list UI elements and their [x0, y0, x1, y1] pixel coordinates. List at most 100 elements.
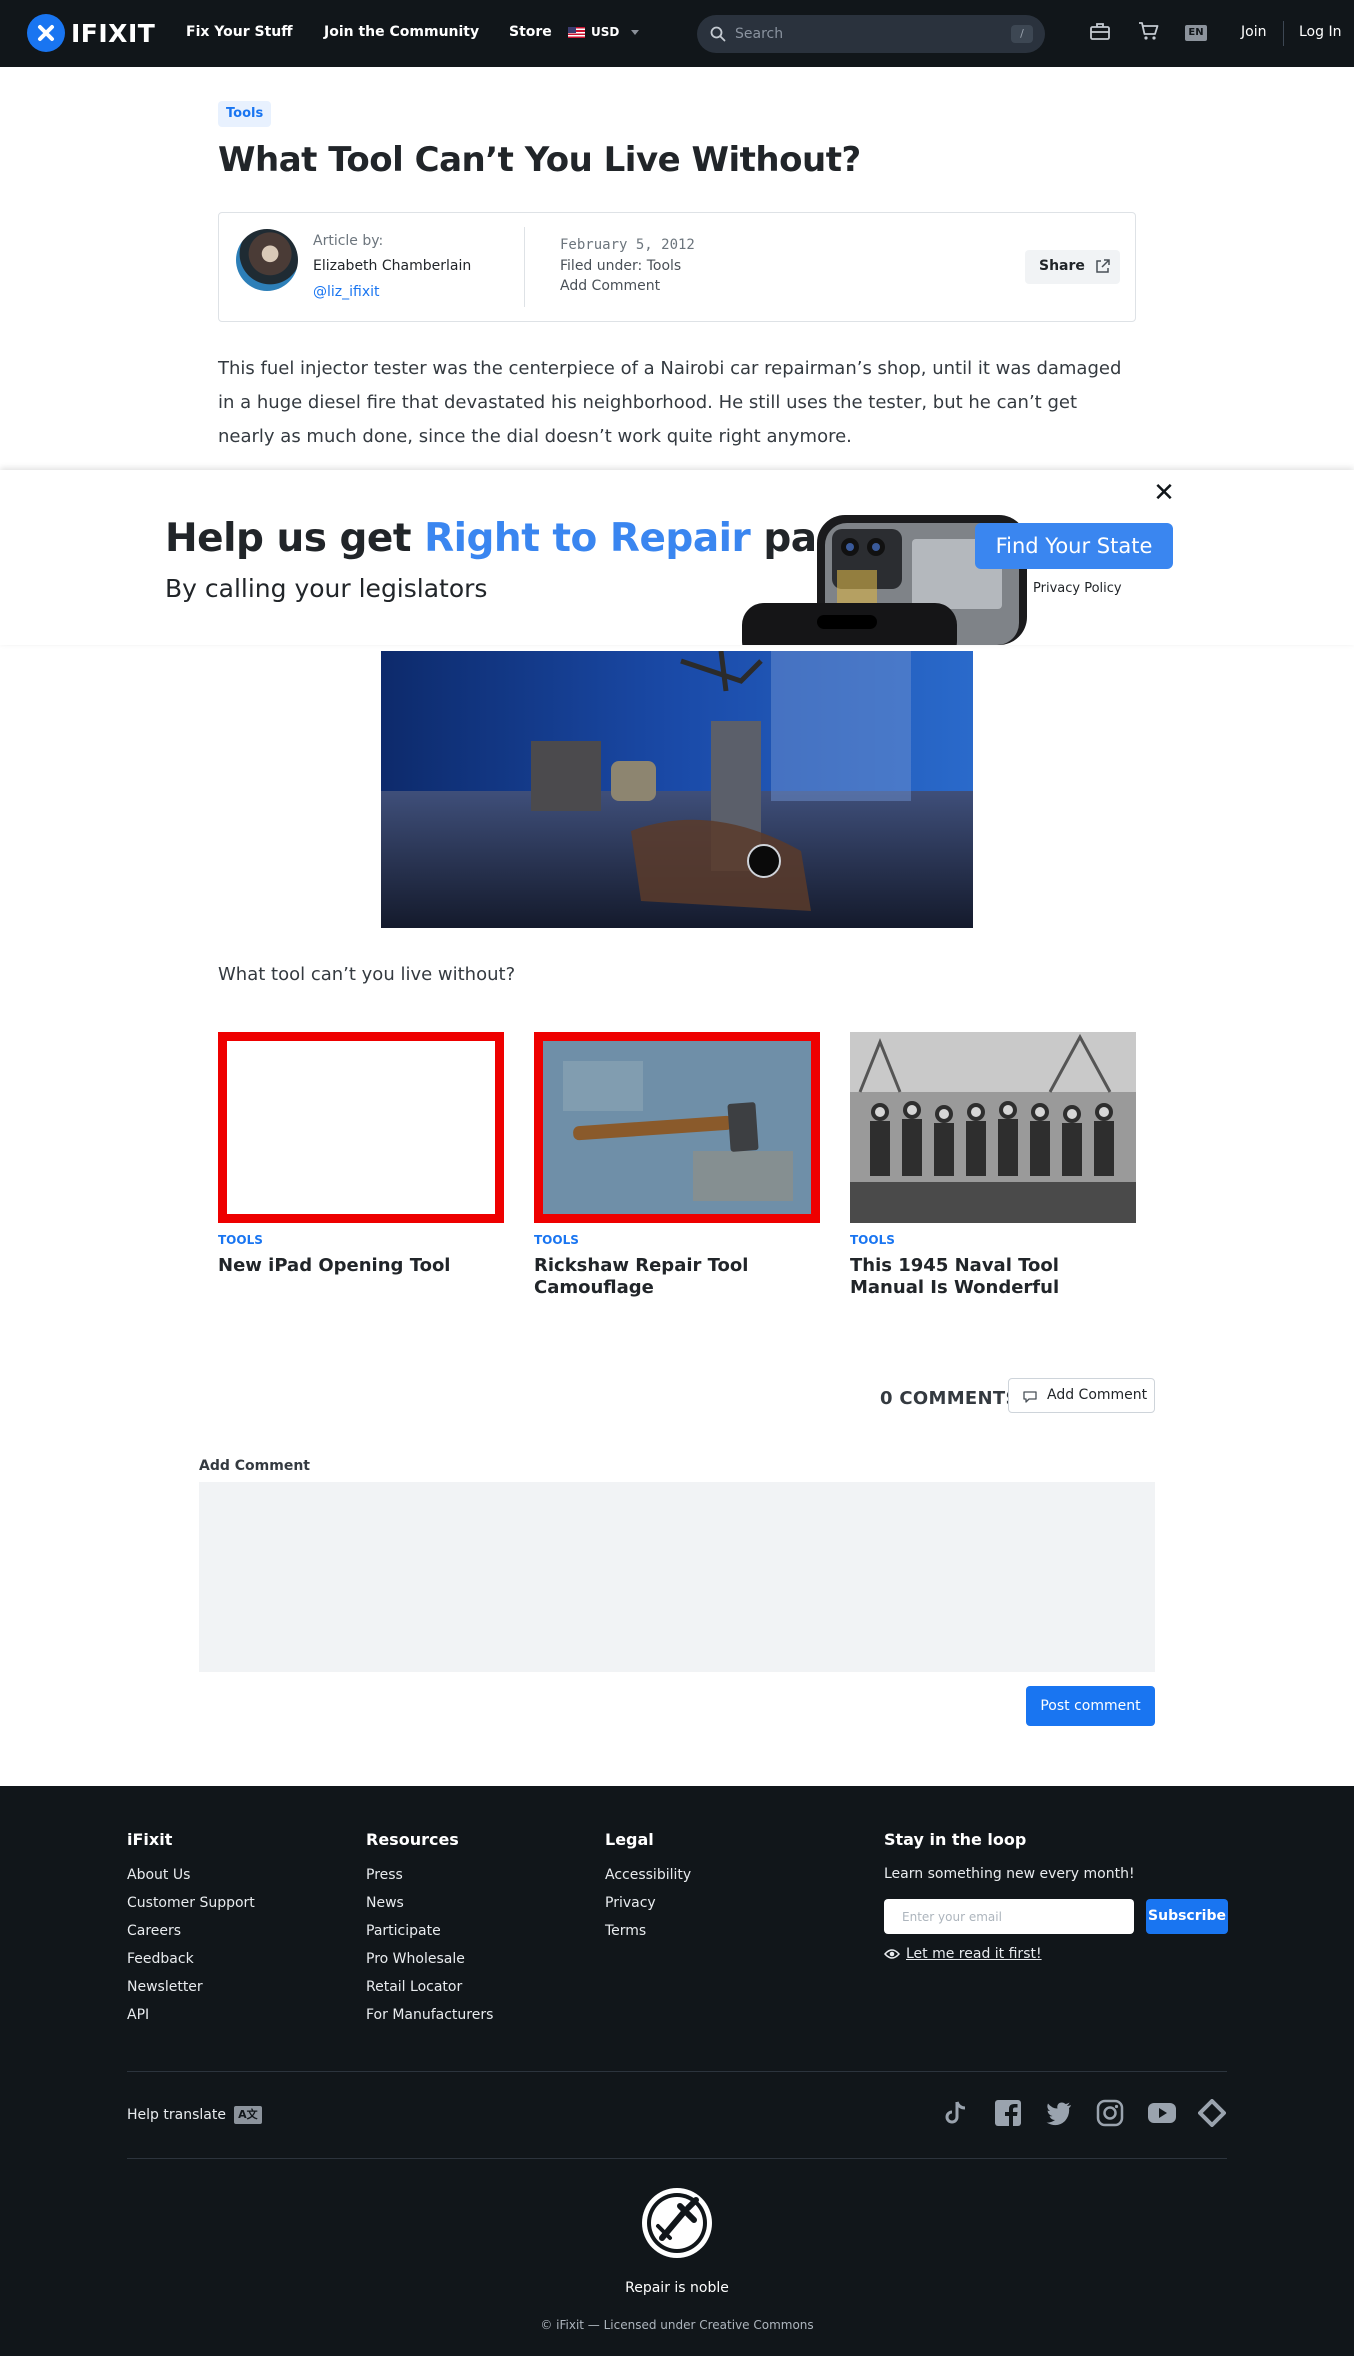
- related-card-image: [218, 1032, 504, 1223]
- subscribe-button[interactable]: Subscribe: [1146, 1899, 1228, 1934]
- help-translate-link[interactable]: Help translate A文: [127, 2106, 262, 2124]
- search-shortcut-key: /: [1011, 25, 1033, 43]
- footer-link[interactable]: Privacy: [605, 1889, 691, 1917]
- post-comment-button[interactable]: Post comment: [1026, 1686, 1155, 1726]
- help-translate-label: Help translate: [127, 2107, 226, 2123]
- banner-subhead: By calling your legislators: [165, 574, 488, 603]
- facebook-icon[interactable]: [994, 2099, 1022, 2127]
- currency-label: USD: [591, 25, 620, 39]
- external-link-icon: [1096, 259, 1110, 273]
- naval-workers-photo: [850, 1032, 1136, 1223]
- byline-add-comment-link[interactable]: Add Comment: [560, 278, 660, 294]
- nav-fix-your-stuff[interactable]: Fix Your Stuff: [186, 24, 293, 40]
- footer-tagline: Repair is noble: [625, 2280, 729, 2296]
- related-card-tag[interactable]: TOOLS: [534, 1233, 820, 1247]
- search-bar: /: [697, 15, 1045, 53]
- footer-col-heading: Resources: [366, 1830, 459, 1849]
- author-name[interactable]: Elizabeth Chamberlain: [313, 258, 471, 274]
- add-comment-button[interactable]: Add Comment: [1008, 1378, 1155, 1413]
- footer-link[interactable]: Newsletter: [127, 1973, 255, 2001]
- footer-link[interactable]: Customer Support: [127, 1889, 255, 1917]
- comment-textarea[interactable]: [199, 1482, 1155, 1672]
- instagram-icon[interactable]: [1096, 2099, 1124, 2127]
- filed-under: Filed under: Tools: [560, 258, 681, 274]
- comment-form-label: Add Comment: [199, 1458, 310, 1474]
- find-your-state-button[interactable]: Find Your State: [975, 523, 1173, 569]
- article-date: February 5, 2012: [560, 237, 695, 253]
- author-handle[interactable]: @liz_ifixit: [313, 284, 380, 300]
- footer-col-heading: Legal: [605, 1830, 654, 1849]
- search-input[interactable]: [735, 24, 995, 44]
- related-card[interactable]: TOOLS This 1945 Naval Tool Manual Is Won…: [850, 1032, 1136, 1299]
- nav-join-community[interactable]: Join the Community: [324, 24, 479, 40]
- footer-link[interactable]: Careers: [127, 1917, 255, 1945]
- footer-link[interactable]: Press: [366, 1861, 493, 1889]
- footer-link[interactable]: Terms: [605, 1917, 691, 1945]
- footer-link[interactable]: News: [366, 1889, 493, 1917]
- right-to-repair-banner: ✕ Help us get Right to Repair passed By …: [0, 470, 1354, 645]
- footer-link[interactable]: About Us: [127, 1861, 255, 1889]
- nav-store[interactable]: Store: [509, 24, 552, 40]
- join-link[interactable]: Join: [1241, 24, 1266, 40]
- language-selector[interactable]: EN: [1185, 25, 1207, 41]
- youtube-icon[interactable]: [1147, 2099, 1177, 2127]
- footer-link[interactable]: Accessibility: [605, 1861, 691, 1889]
- logo-x-icon: [27, 14, 65, 52]
- privacy-policy-link[interactable]: Privacy Policy: [1033, 581, 1122, 596]
- footer-link[interactable]: Participate: [366, 1917, 493, 1945]
- comment-bubble-icon: [1023, 1391, 1037, 1403]
- article-tag[interactable]: Tools: [218, 101, 272, 127]
- header-divider: [1283, 21, 1284, 46]
- search-icon: [710, 26, 726, 42]
- login-link[interactable]: Log In: [1299, 24, 1341, 40]
- site-footer: iFixit About Us Customer Support Careers…: [0, 1786, 1354, 2356]
- read-it-first-label: Let me read it first!: [906, 1946, 1042, 1962]
- comment-count: 0 COMMENTS: [880, 1388, 1019, 1409]
- related-card-tag[interactable]: TOOLS: [850, 1233, 1136, 1247]
- related-card[interactable]: TOOLS Rickshaw Repair Tool Camouflage: [534, 1032, 820, 1299]
- newsletter-subtext: Learn something new every month!: [884, 1866, 1135, 1882]
- page-title: What Tool Can’t You Live Without?: [218, 140, 861, 180]
- close-icon[interactable]: ✕: [1153, 480, 1175, 506]
- hashnode-icon[interactable]: [1198, 2099, 1226, 2127]
- footer-col-legal: Legal Accessibility Privacy Terms: [605, 1830, 691, 1945]
- share-button[interactable]: Share: [1025, 250, 1120, 284]
- newsletter-email-input[interactable]: [884, 1899, 1134, 1934]
- byline-label: Article by:: [313, 233, 384, 249]
- logo-text: IFIXIT: [71, 18, 156, 48]
- footer-link[interactable]: Retail Locator: [366, 1973, 493, 2001]
- fuel-injector-tester-photo: [381, 651, 973, 928]
- footer-link[interactable]: API: [127, 2001, 255, 2029]
- add-comment-label: Add Comment: [1047, 1387, 1148, 1403]
- filed-category-link[interactable]: Tools: [647, 258, 682, 274]
- tiktok-icon[interactable]: [942, 2099, 970, 2127]
- related-card-tag[interactable]: TOOLS: [218, 1233, 504, 1247]
- article-question: What tool can’t you live without?: [218, 964, 516, 985]
- footer-link[interactable]: Pro Wholesale: [366, 1945, 493, 1973]
- author-avatar[interactable]: [236, 229, 298, 291]
- eye-icon: [884, 1949, 900, 1959]
- toolbox-icon[interactable]: [1089, 21, 1111, 41]
- byline-divider: [524, 227, 525, 307]
- banner-headline-highlight: Right to Repair: [424, 516, 751, 561]
- twitter-icon[interactable]: [1045, 2099, 1073, 2127]
- footer-link[interactable]: For Manufacturers: [366, 2001, 493, 2029]
- footer-link[interactable]: Feedback: [127, 1945, 255, 1973]
- currency-selector[interactable]: USD: [568, 25, 640, 39]
- article-body-paragraph: This fuel injector tester was the center…: [218, 358, 1122, 447]
- repair-is-noble-emblem-icon: [642, 2188, 712, 2258]
- newsletter-heading: Stay in the loop: [884, 1830, 1027, 1849]
- share-label: Share: [1039, 258, 1085, 274]
- byline-card: Article by: Elizabeth Chamberlain @liz_i…: [218, 212, 1136, 322]
- read-it-first-link[interactable]: Let me read it first!: [884, 1946, 1042, 1962]
- related-card-title[interactable]: New iPad Opening Tool: [218, 1255, 504, 1277]
- related-card-title[interactable]: Rickshaw Repair Tool Camouflage: [534, 1255, 820, 1299]
- cart-icon[interactable]: [1138, 21, 1160, 41]
- banner-headline-start: Help us get: [165, 516, 425, 561]
- related-card-title[interactable]: This 1945 Naval Tool Manual Is Wonderful: [850, 1255, 1136, 1299]
- related-card-image: [534, 1032, 820, 1223]
- hammer-photo: [543, 1041, 811, 1214]
- related-card[interactable]: TOOLS New iPad Opening Tool: [218, 1032, 504, 1277]
- ifixit-logo[interactable]: IFIXIT: [27, 14, 155, 52]
- filed-label: Filed under:: [560, 258, 643, 274]
